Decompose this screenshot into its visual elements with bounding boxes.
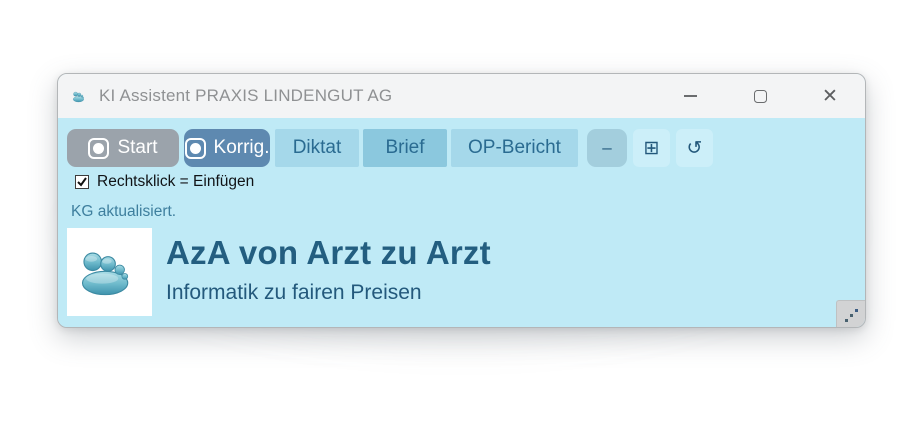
op-bericht-button-label: OP-Bericht [468, 137, 561, 159]
brand-tagline: Informatik zu fairen Preisen [166, 281, 491, 305]
grid-icon: ⊞ [644, 137, 660, 160]
resize-grip[interactable] [836, 300, 865, 328]
aza-logo [67, 228, 152, 316]
korrig-button-label: Korrig. [214, 137, 270, 159]
status-text: KG aktualisiert. [71, 203, 176, 221]
brand-title: AzA von Arzt zu Arzt [166, 234, 491, 272]
toolbar: Start Korrig. Diktat Brief OP-Bericht – … [67, 129, 719, 167]
korrig-button[interactable]: Korrig. [184, 129, 270, 167]
refresh-icon: ↺ [687, 137, 703, 160]
right-click-checkbox[interactable] [75, 175, 89, 189]
minus-icon: – [602, 138, 611, 158]
app-bubbles-icon [70, 88, 89, 105]
start-button-label: Start [117, 137, 157, 159]
diktat-button[interactable]: Diktat [275, 129, 359, 167]
collapse-button[interactable]: – [587, 129, 627, 167]
app-window: KI Assistent PRAXIS LINDENGUT AG ✕ Start… [57, 73, 866, 328]
maximize-button[interactable] [737, 80, 783, 112]
right-click-checkbox-label: Rechtsklick = Einfügen [97, 173, 254, 191]
start-button[interactable]: Start [67, 129, 179, 167]
checkmark-icon [76, 176, 88, 188]
brand-text: AzA von Arzt zu Arzt Informatik zu faire… [166, 228, 491, 305]
diktat-button-label: Diktat [293, 137, 342, 159]
record-icon [185, 138, 206, 159]
right-click-option-row: Rechtsklick = Einfügen [75, 173, 254, 191]
maximize-icon [754, 90, 767, 103]
titlebar[interactable]: KI Assistent PRAXIS LINDENGUT AG ✕ [58, 74, 865, 118]
brief-button-label: Brief [385, 137, 424, 159]
minimize-icon [684, 95, 697, 97]
brand-block: AzA von Arzt zu Arzt Informatik zu faire… [67, 228, 491, 316]
water-drops-icon [73, 234, 146, 310]
refresh-button[interactable]: ↺ [676, 129, 713, 167]
op-bericht-button[interactable]: OP-Bericht [451, 129, 578, 167]
window-title: KI Assistent PRAXIS LINDENGUT AG [99, 86, 392, 106]
window-controls: ✕ [667, 80, 853, 112]
grid-button[interactable]: ⊞ [633, 129, 670, 167]
brief-button[interactable]: Brief [363, 129, 447, 167]
record-icon [88, 138, 109, 159]
minimize-button[interactable] [667, 80, 713, 112]
close-icon: ✕ [822, 85, 838, 108]
close-button[interactable]: ✕ [807, 80, 853, 112]
window-body: Start Korrig. Diktat Brief OP-Bericht – … [58, 118, 865, 328]
